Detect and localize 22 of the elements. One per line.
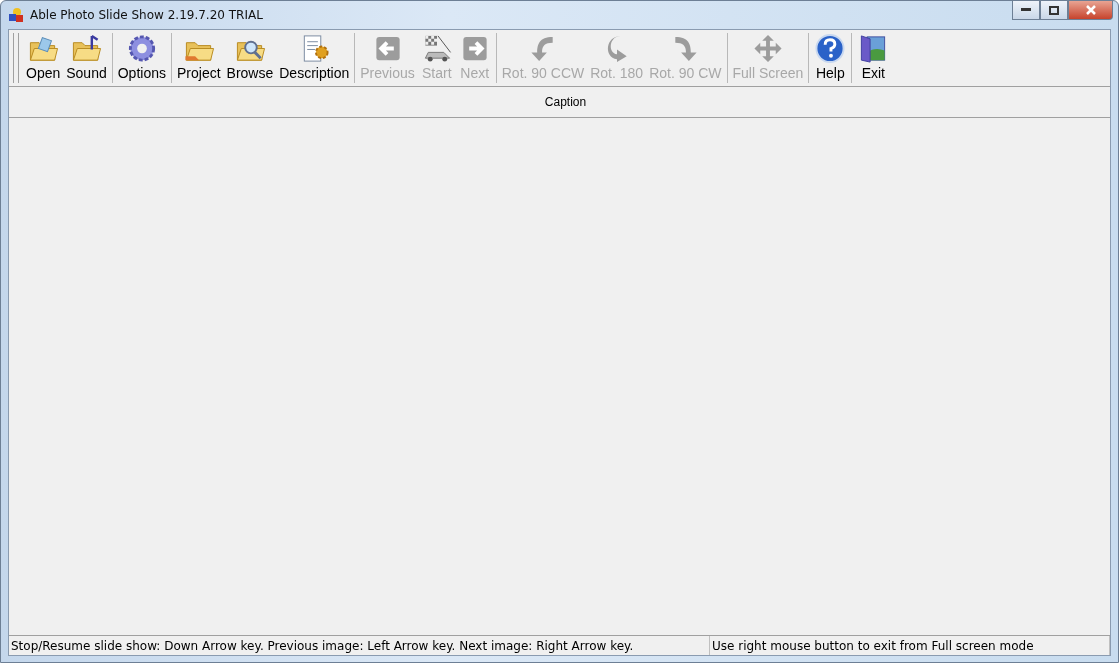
status-hint: Stop/Resume slide show: Down Arrow key. Previous image: Left Arrow key. Next image: Right Arrow key. [9,636,710,655]
toolbar-button[interactable]: Exit [854,33,893,83]
close-icon [1085,5,1096,15]
minimize-button[interactable] [1012,1,1040,20]
status-note: Use right mouse button to exit from Full screen mode [710,636,1110,655]
toolbar-button[interactable]: Help [811,33,850,83]
help-icon [814,33,847,64]
restore-icon [1049,5,1059,15]
minimize-icon [1021,8,1031,12]
toolbar-button[interactable]: Sound [63,33,110,83]
window-title: Able Photo Slide Show 2.19.7.20 TRIAL [30,8,263,22]
app-logo-icon [8,7,24,23]
maximize-button[interactable] [1040,1,1068,20]
toolbar-button[interactable]: Open [23,33,64,83]
toolbar-button[interactable]: Browse [223,33,277,83]
toolbar-button[interactable]: Project [174,33,224,83]
toolbar-button[interactable]: Options [114,33,169,83]
fullscreen-icon [751,33,784,64]
close-button[interactable] [1068,1,1113,20]
caption-label: Caption [543,95,588,109]
sound-icon [70,33,103,64]
toolbar-button[interactable]: Description [276,33,353,83]
